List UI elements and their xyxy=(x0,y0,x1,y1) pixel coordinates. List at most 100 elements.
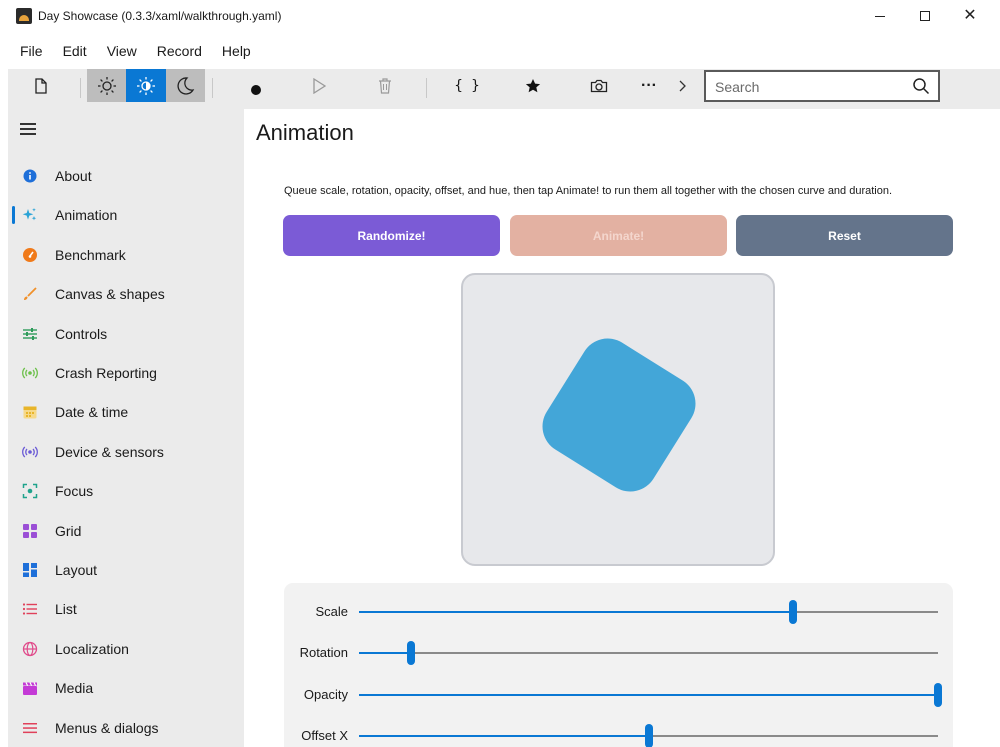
light-theme-button[interactable] xyxy=(87,69,126,102)
chevron-right-icon xyxy=(679,80,686,91)
slider-thumb[interactable] xyxy=(789,600,798,624)
menu-help[interactable]: Help xyxy=(212,36,261,66)
sidebar-item-label: Crash Reporting xyxy=(55,365,157,381)
overflow-chevron-button[interactable] xyxy=(672,69,692,102)
slider-track[interactable] xyxy=(359,641,938,666)
sidebar-item-label: Media xyxy=(55,680,94,697)
dark-theme-button[interactable] xyxy=(166,69,205,102)
moon-icon xyxy=(177,76,195,95)
minimize-icon xyxy=(875,15,885,17)
sidebar-item-label: Date & time xyxy=(55,404,129,421)
maximize-icon xyxy=(920,11,930,21)
layout-icon xyxy=(22,562,38,578)
randomize-button[interactable]: Randomize! xyxy=(283,215,500,256)
favorite-button[interactable] xyxy=(520,69,546,102)
grid-icon xyxy=(22,523,38,539)
slider-fill xyxy=(359,693,938,696)
slider-thumb[interactable] xyxy=(934,682,942,707)
sun-icon xyxy=(97,76,116,95)
slider-label: Opacity xyxy=(303,686,348,702)
sidebar-item-label: Canvas & shapes xyxy=(55,286,165,303)
main-content: Animation Queue scale, rotation, opacity… xyxy=(244,109,1000,747)
delete-button[interactable] xyxy=(372,69,398,102)
json-button[interactable]: { } xyxy=(452,69,482,102)
animate-button[interactable]: Animate! xyxy=(510,215,727,256)
sidebar-item-label: Grid xyxy=(55,522,82,539)
toolbar-separator xyxy=(426,78,427,98)
title-bar: Day Showcase (0.3.3/xaml/walkthrough.yam… xyxy=(0,0,1000,32)
search-box[interactable]: Search xyxy=(704,70,940,102)
sidebar-item-controls[interactable]: Controls xyxy=(8,315,244,353)
play-button[interactable] xyxy=(306,69,332,102)
slider-thumb[interactable] xyxy=(407,641,416,666)
sidebar-item-about[interactable]: About xyxy=(8,157,244,195)
menu-edit[interactable]: Edit xyxy=(53,36,97,66)
window-title: Day Showcase (0.3.3/xaml/walkthrough.yam… xyxy=(38,9,282,23)
contrast-theme-button[interactable] xyxy=(126,69,166,102)
slider-track[interactable] xyxy=(359,723,938,747)
clapper-icon xyxy=(22,680,38,696)
slider-fill xyxy=(359,611,794,613)
slider-track[interactable] xyxy=(359,682,942,707)
maximize-button[interactable] xyxy=(902,0,948,32)
hamburger-menu-icon[interactable] xyxy=(20,123,36,135)
record-button[interactable] xyxy=(244,69,268,102)
sliders-icon xyxy=(22,326,38,342)
sidebar-item-label: Animation xyxy=(55,207,118,224)
more-icon: ··· xyxy=(641,76,657,94)
menu-record[interactable]: Record xyxy=(147,36,212,66)
sidebar-item-grid[interactable]: Grid xyxy=(8,512,244,550)
toolbar-separator xyxy=(80,78,81,98)
play-icon xyxy=(313,77,326,94)
new-document-button[interactable] xyxy=(28,69,54,102)
sidebar-item-benchmark[interactable]: Benchmark xyxy=(8,236,244,274)
sidebar-item-media[interactable]: Media xyxy=(8,669,244,707)
camera-icon xyxy=(590,79,608,92)
sidebar-item-date-time[interactable]: Date & time xyxy=(8,393,244,431)
menu-file[interactable]: File xyxy=(10,36,53,66)
sidebar-item-layout[interactable]: Layout xyxy=(8,551,244,589)
slider-row-scale: Scale xyxy=(284,599,953,625)
sidebar-item-label: About xyxy=(55,168,92,184)
animation-stage xyxy=(461,273,775,566)
close-button[interactable]: ✕ xyxy=(947,0,993,32)
sidebar-item-label: Layout xyxy=(55,562,98,578)
slider-fill xyxy=(359,734,649,737)
sidebar-item-menus-dialogs[interactable]: Menus & dialogs xyxy=(8,709,244,747)
sidebar-item-device-sensors[interactable]: Device & sensors xyxy=(8,433,244,471)
sidebar-item-animation[interactable]: Animation xyxy=(8,196,244,234)
page-title: Animation xyxy=(256,120,354,145)
record-dot-icon xyxy=(251,84,261,95)
sidebar-item-crash-reporting[interactable]: Crash Reporting xyxy=(8,354,244,392)
reset-button[interactable]: Reset xyxy=(736,215,953,256)
speedometer-icon xyxy=(22,247,38,263)
search-icon[interactable] xyxy=(912,77,930,95)
close-icon: ✕ xyxy=(963,7,977,24)
sidebar-item-focus[interactable]: Focus xyxy=(8,472,244,510)
sidebar-item-label: Device & sensors xyxy=(55,443,164,460)
more-button[interactable]: ··· xyxy=(636,69,662,102)
sidebar-item-list[interactable]: List xyxy=(8,590,244,628)
minimize-button[interactable] xyxy=(857,0,903,32)
menu-view[interactable]: View xyxy=(97,36,147,66)
sidebar-item-label: Menus & dialogs xyxy=(55,719,159,736)
sidebar-item-localization[interactable]: Localization xyxy=(8,630,244,668)
brush-icon xyxy=(22,286,38,302)
sidebar-item-label: Benchmark xyxy=(55,246,126,263)
sensor-icon xyxy=(22,444,38,460)
app-icon xyxy=(16,8,32,24)
menu-icon xyxy=(22,720,38,736)
search-input[interactable]: Search xyxy=(715,79,759,95)
sidebar: About Animation Benchmark Canvas & shapes Co… xyxy=(8,109,244,747)
slider-track[interactable] xyxy=(359,600,938,624)
slider-thumb[interactable] xyxy=(644,723,653,747)
screenshot-button[interactable] xyxy=(586,69,612,102)
sparkle-icon xyxy=(22,207,38,223)
page-description: Queue scale, rotation, opacity, offset, … xyxy=(284,185,893,197)
menu-bar: File Edit View Record Help xyxy=(0,36,1000,66)
slider-fill xyxy=(359,652,412,655)
braces-icon: { } xyxy=(454,77,480,94)
sidebar-item-label: Localization xyxy=(55,640,129,657)
trash-icon xyxy=(379,77,391,94)
sidebar-item-canvas-shapes[interactable]: Canvas & shapes xyxy=(8,275,244,313)
